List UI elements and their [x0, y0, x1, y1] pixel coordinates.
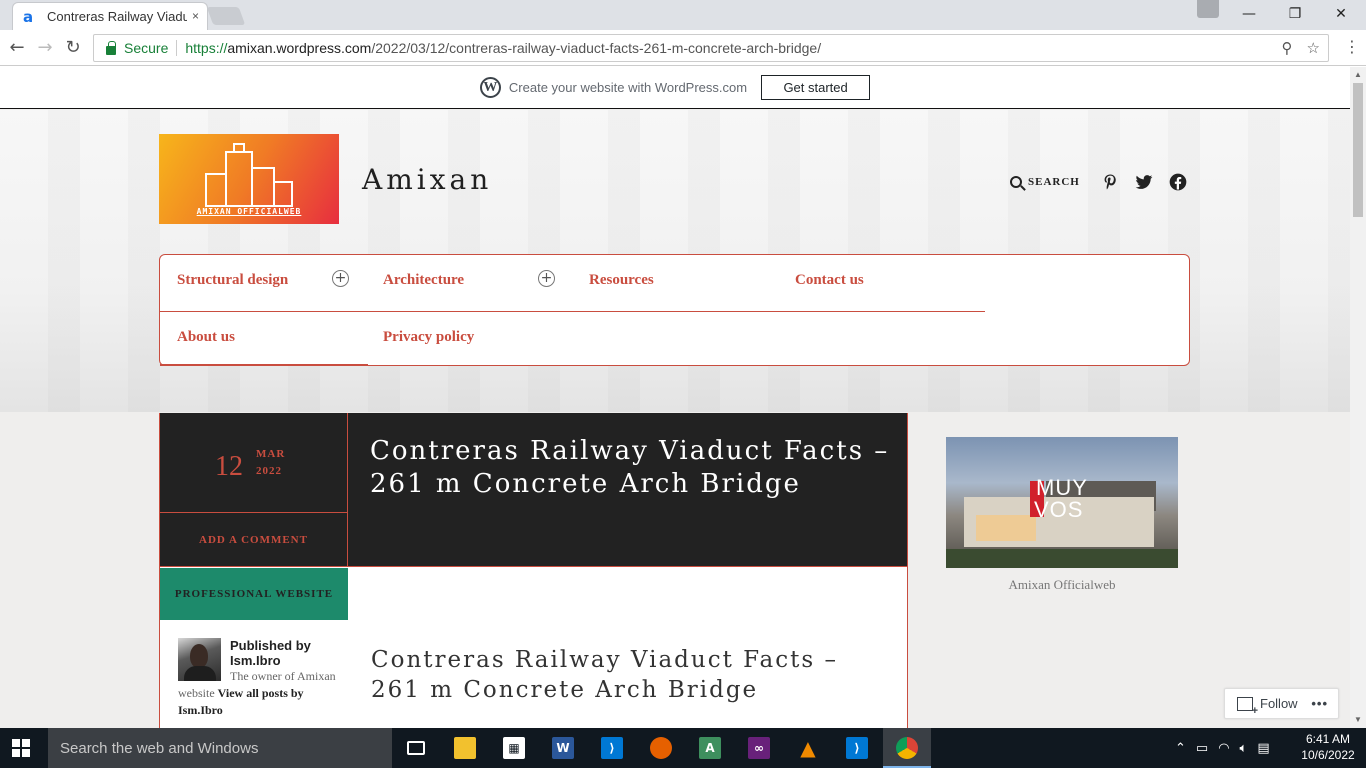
nav-active-underline — [160, 364, 368, 366]
nav-item-structural-design[interactable]: Structural design — [177, 272, 288, 289]
back-button[interactable]: ← — [6, 37, 28, 59]
post-date-month: MAR — [256, 448, 286, 460]
minimize-button[interactable]: — — [1226, 0, 1272, 28]
sidebar-image-text-2: VOS — [1034, 497, 1084, 522]
post-title: Contreras Railway Viaduct Facts – 261 m … — [370, 436, 890, 499]
close-window-button[interactable]: ✕ — [1318, 0, 1364, 28]
follow-button[interactable]: Follow ••• — [1224, 688, 1339, 719]
follow-icon — [1237, 696, 1258, 717]
site-title[interactable]: Amixan — [362, 163, 492, 196]
firefox-icon[interactable] — [643, 732, 679, 764]
url-scheme: https:// — [185, 40, 228, 56]
new-tab-button[interactable] — [206, 7, 246, 25]
post-date[interactable]: 12 MAR 2022 — [160, 413, 348, 513]
vlc-icon[interactable]: ▲ — [790, 732, 826, 764]
expand-architecture-icon[interactable]: + — [538, 270, 555, 287]
published-by: Published by Ism.Ibro — [230, 638, 311, 668]
sidebar-caption: Amixan Officialweb — [1008, 577, 1116, 592]
forward-button[interactable]: → — [34, 37, 56, 59]
lock-icon — [106, 40, 116, 55]
profile-icon[interactable] — [1197, 0, 1219, 18]
system-tray: ⌃ ▭ ◠ 🔈︎ ▤ — [1175, 728, 1270, 768]
page-scrollbar[interactable]: ▲ ▼ — [1350, 67, 1366, 728]
visual-studio-icon[interactable]: ∞ — [741, 732, 777, 764]
url-input[interactable]: Secure https:// amixan.wordpress.com /20… — [93, 34, 1329, 62]
tab-close-icon[interactable]: × — [192, 9, 199, 23]
volume-icon[interactable]: 🔈︎ — [1240, 741, 1248, 756]
wordpress-banner: W Create your website with WordPress.com… — [0, 67, 1350, 109]
nav-item-privacy-policy[interactable]: Privacy policy — [383, 329, 474, 346]
post-date-year: 2022 — [256, 465, 282, 477]
search-label: SEARCH — [1028, 176, 1080, 188]
scrollbar-thumb[interactable] — [1353, 83, 1363, 217]
wordpress-logo-icon: W — [479, 77, 501, 98]
get-started-button[interactable]: Get started — [761, 75, 871, 100]
nav-item-resources[interactable]: Resources — [589, 272, 654, 289]
taskbar-search-input[interactable]: Search the web and Windows — [48, 728, 392, 768]
wordpress-banner-text[interactable]: Create your website with WordPress.com — [509, 80, 747, 95]
zoom-icon[interactable]: ⚲ — [1282, 39, 1293, 57]
page-viewport: W Create your website with WordPress.com… — [0, 67, 1350, 728]
maximize-button[interactable]: ❐ — [1272, 0, 1318, 28]
chevron-up-icon[interactable]: ⌃ — [1175, 741, 1186, 756]
nav-divider — [160, 311, 985, 312]
secure-label: Secure — [124, 40, 169, 56]
search-icon — [1010, 176, 1022, 188]
file-explorer-icon[interactable] — [447, 732, 483, 764]
access-icon[interactable]: A — [692, 732, 728, 764]
author-name[interactable]: Ism.Ibro — [230, 653, 281, 668]
site-favicon-icon: a — [23, 7, 34, 26]
nav-item-architecture[interactable]: Architecture — [383, 272, 464, 289]
omnibox-divider — [176, 40, 178, 56]
nav-item-contact-us[interactable]: Contact us — [795, 272, 864, 289]
tab-strip: a Contreras Railway Viaduct Facts – 261 … — [0, 0, 1366, 30]
scroll-up-icon[interactable]: ▲ — [1354, 70, 1362, 79]
more-options-icon[interactable]: ••• — [1311, 696, 1328, 711]
primary-navigation: Structural design + Architecture + Resou… — [159, 254, 1190, 366]
task-view-icon[interactable] — [398, 732, 434, 764]
category-link[interactable]: PROFESSIONAL WEBSITE — [160, 568, 348, 620]
wifi-icon[interactable]: ◠ — [1218, 741, 1229, 756]
follow-label: Follow — [1260, 696, 1298, 711]
author-description: The owner of Amixan website View all pos… — [178, 668, 346, 719]
clock-date: 10/6/2022 — [1301, 748, 1355, 762]
url-path: /2022/03/12/contreras-railway-viaduct-fa… — [371, 40, 822, 56]
tab-title: Contreras Railway Viaduct Facts – 261 m … — [47, 9, 187, 24]
pinterest-icon[interactable] — [1100, 172, 1120, 192]
word-icon[interactable]: W — [545, 732, 581, 764]
post-date-day: 12 — [215, 451, 243, 482]
taskbar-clock[interactable]: 6:41 AM 10/6/2022 — [1296, 731, 1360, 763]
expand-structural-design-icon[interactable]: + — [332, 270, 349, 287]
nav-item-about-us[interactable]: About us — [177, 329, 235, 346]
post-article: 12 MAR 2022 ADD A COMMENT Contreras Rail… — [159, 413, 908, 728]
sidebar-image[interactable]: MUY VOS — [946, 437, 1178, 568]
post-header: 12 MAR 2022 ADD A COMMENT Contreras Rail… — [160, 413, 907, 567]
entry-title: Contreras Railway Viaduct Facts – 261 m … — [371, 647, 838, 703]
vscode-icon[interactable]: ⟩ — [594, 732, 630, 764]
twitter-icon[interactable] — [1134, 172, 1154, 192]
facebook-icon[interactable] — [1168, 172, 1188, 192]
windows-start-icon[interactable] — [12, 739, 30, 757]
browser-menu-icon[interactable]: ⋮ — [1344, 37, 1360, 56]
browser-tab[interactable]: a Contreras Railway Viaduct Facts – 261 … — [12, 2, 208, 30]
bookmark-star-icon[interactable]: ☆ — [1307, 39, 1320, 57]
reload-button[interactable]: ↻ — [62, 37, 84, 59]
notification-icon[interactable]: ▤ — [1257, 741, 1269, 756]
scroll-down-icon[interactable]: ▼ — [1354, 715, 1362, 724]
building-logo-icon — [195, 142, 303, 213]
add-comment-link[interactable]: ADD A COMMENT — [160, 513, 348, 567]
vscode-icon[interactable]: ⟩ — [839, 732, 875, 764]
store-icon[interactable]: ▦ — [496, 732, 532, 764]
search-toggle[interactable]: SEARCH — [1010, 176, 1080, 188]
url-domain: amixan.wordpress.com — [227, 40, 372, 56]
chrome-icon[interactable] — [889, 732, 925, 764]
published-by-label: Published by — [230, 638, 311, 653]
clock-time: 6:41 AM — [1305, 732, 1351, 746]
address-bar-row: ← → ↻ Secure https:// amixan.wordpress.c… — [0, 30, 1366, 66]
header-tools: SEARCH — [1010, 172, 1202, 192]
site-logo[interactable]: AMIXAN OFFICIALWEB — [159, 134, 339, 224]
battery-icon[interactable]: ▭ — [1196, 741, 1208, 756]
windows-taskbar: Search the web and Windows ▦ W ⟩ A ∞ ▲ ⟩… — [0, 728, 1366, 768]
